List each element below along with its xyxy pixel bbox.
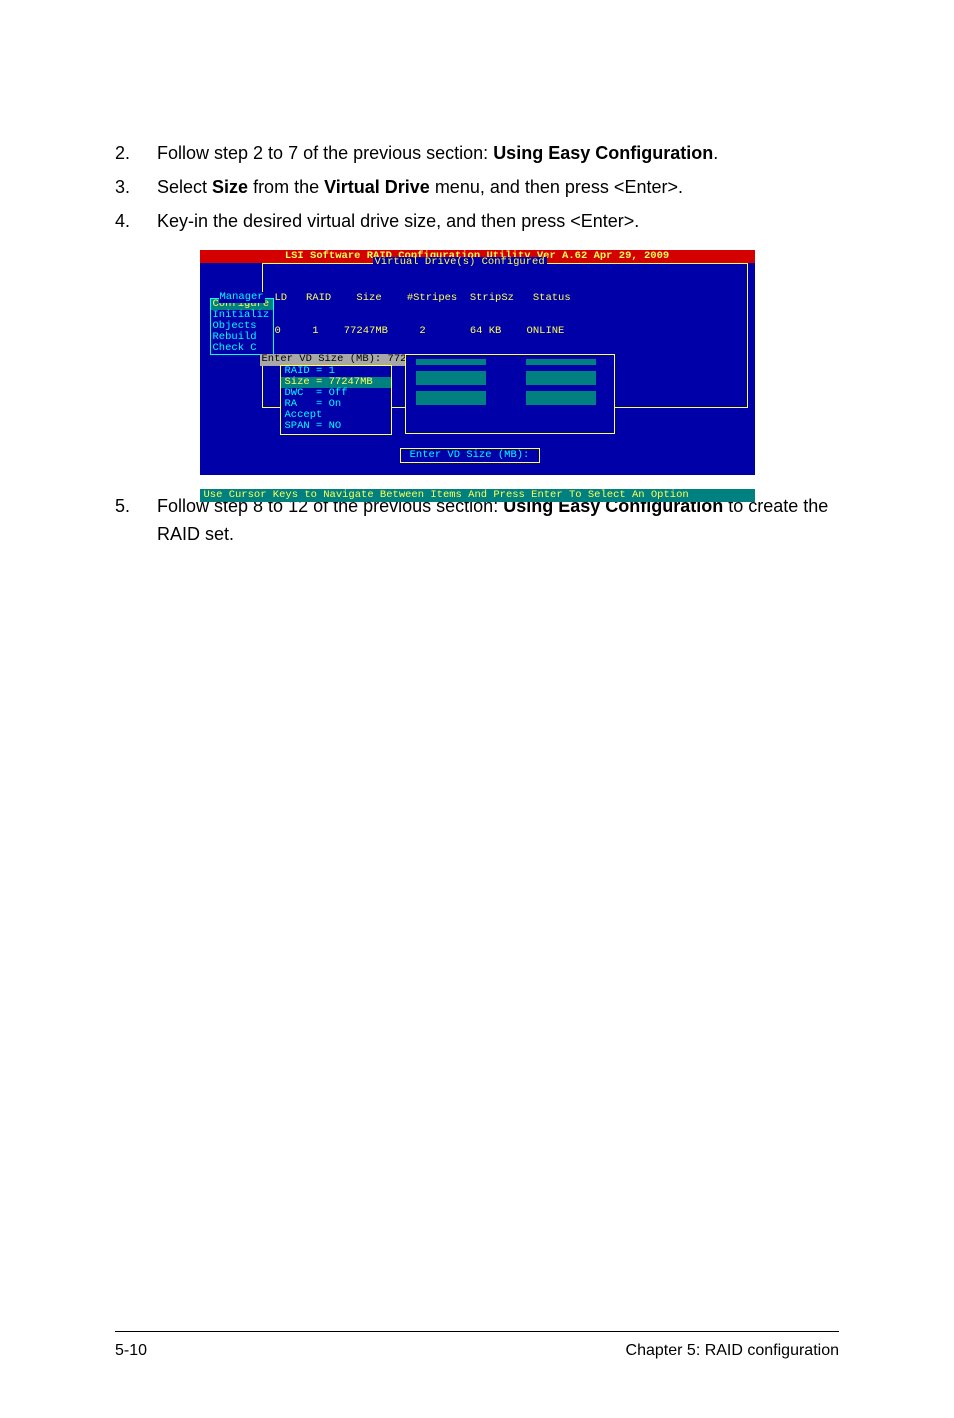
- drive-layout-panel: [405, 354, 615, 434]
- text-bold: Using Easy Configuration: [493, 143, 713, 163]
- step-text: Follow step 2 to 7 of the previous secti…: [157, 140, 839, 168]
- vd-properties-frame: RAID = 1 Size = 77247MB DWC = Off RA = O…: [280, 365, 392, 435]
- vd-table: LD RAID Size #Stripes StripSz Status 0 1…: [275, 271, 571, 359]
- step-2: 2. Follow step 2 to 7 of the previous se…: [115, 140, 839, 168]
- text-bold: Virtual Drive: [324, 177, 430, 197]
- step-number: 2.: [115, 140, 157, 168]
- ordered-steps: 2. Follow step 2 to 7 of the previous se…: [115, 140, 839, 236]
- text-run: from the: [248, 177, 324, 197]
- text-run: Select: [157, 177, 212, 197]
- step-number: 3.: [115, 174, 157, 202]
- chapter-label: Chapter 5: RAID configuration: [626, 1342, 839, 1360]
- text-run: menu, and then press <Enter>.: [430, 177, 683, 197]
- management-menu[interactable]: Manager Configure Initializ Objects Rebu…: [210, 298, 274, 355]
- vd-frame-title: Virtual Drive(s) Configured: [373, 257, 547, 268]
- drive-col-2: [526, 359, 596, 405]
- step-number: 4.: [115, 208, 157, 236]
- menu-label: Manager: [219, 292, 265, 303]
- prop-span[interactable]: SPAN = NO: [281, 421, 391, 432]
- step-text: Select Size from the Virtual Drive menu,…: [157, 174, 839, 202]
- text-bold: Size: [212, 177, 248, 197]
- vd-table-row: 0 1 77247MB 2 64 KB ONLINE: [275, 326, 571, 337]
- drive-block: [416, 359, 486, 365]
- vd-table-header: LD RAID Size #Stripes StripSz Status: [275, 293, 571, 304]
- drive-block: [526, 391, 596, 405]
- bios-screenshot-container: LSI Software RAID Configuration Utility …: [115, 250, 839, 475]
- step-number: 5.: [115, 493, 157, 549]
- drive-block: [416, 391, 486, 405]
- step-3: 3. Select Size from the Virtual Drive me…: [115, 174, 839, 202]
- drive-col-1: [416, 359, 486, 405]
- bios-body: Virtual Drive(s) Configured LD RAID Size…: [200, 263, 755, 448]
- step-4: 4. Key-in the desired virtual drive size…: [115, 208, 839, 236]
- page-footer: 5-10 Chapter 5: RAID configuration: [115, 1331, 839, 1360]
- hint-enter-vd-size: Enter VD Size (MB):: [400, 448, 540, 463]
- bios-footer-help: Use Cursor Keys to Navigate Between Item…: [200, 489, 755, 502]
- page-number: 5-10: [115, 1342, 147, 1360]
- drive-block: [526, 359, 596, 365]
- text-run: .: [713, 143, 718, 163]
- drive-block: [416, 371, 486, 385]
- drive-block: [526, 371, 596, 385]
- document-page: 2. Follow step 2 to 7 of the previous se…: [0, 0, 954, 1418]
- bios-screen: LSI Software RAID Configuration Utility …: [200, 250, 755, 475]
- step-text: Key-in the desired virtual drive size, a…: [157, 208, 839, 236]
- text-run: Key-in the desired virtual drive size, a…: [157, 211, 639, 231]
- text-run: Follow step 2 to 7 of the previous secti…: [157, 143, 493, 163]
